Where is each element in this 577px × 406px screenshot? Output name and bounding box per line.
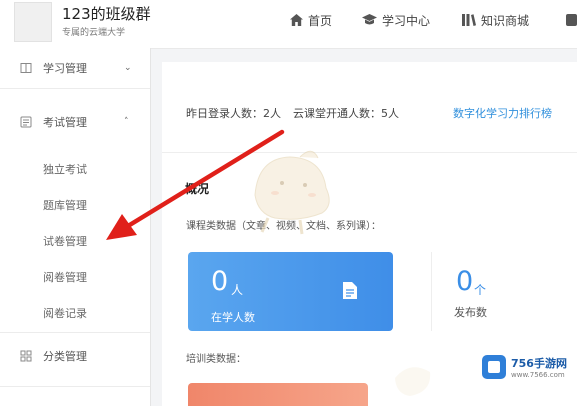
ranking-link[interactable]: 数字化学习力排行榜 — [453, 105, 552, 121]
grid-icon — [20, 350, 32, 362]
watermark-site: www.7566.com — [511, 371, 565, 379]
course-data-label: 课程类数据（文章、视频、文档、系列课）： — [186, 221, 381, 232]
sidebar-item-learning[interactable]: 学习管理 ⌄ — [0, 52, 150, 84]
learners-stat-card[interactable]: 0 人 在学人数 — [188, 252, 393, 331]
training-data-label: 培训类数据： — [186, 354, 246, 365]
published-value: 0 — [456, 266, 474, 297]
training-stat-card[interactable] — [188, 383, 368, 406]
chevron-up-icon: ˄ — [124, 117, 129, 127]
exam-icon — [20, 116, 32, 128]
login-stats: 昨日登录人数：2人 云课堂开通人数：5人 — [186, 105, 399, 121]
learners-unit: 人 — [231, 283, 244, 297]
published-unit: 个 — [474, 283, 487, 297]
watermark-logo-icon — [482, 355, 506, 379]
sidebar-divider — [0, 88, 150, 89]
sidebar-subitem-independent-exam[interactable]: 独立考试 — [43, 161, 87, 177]
document-icon — [343, 282, 357, 299]
nav-home-label: 首页 — [308, 13, 333, 28]
published-caption: 发布数 — [454, 306, 487, 319]
sidebar-subitem-grading[interactable]: 阅卷管理 — [43, 269, 87, 285]
user-menu-icon[interactable] — [566, 14, 577, 26]
nav-learning-center[interactable]: 学习中心 — [362, 11, 430, 29]
sidebar-subitem-paper-management[interactable]: 试卷管理 — [43, 233, 87, 249]
nav-knowledge-mall[interactable]: 知识商城 — [462, 11, 529, 29]
learners-caption: 在学人数 — [211, 311, 255, 324]
sidebar-subitem-question-bank[interactable]: 题库管理 — [43, 197, 87, 213]
sidebar-item-label: 分类管理 — [43, 350, 87, 363]
sidebar-item-exam[interactable]: 考试管理 ˄ — [0, 106, 150, 138]
yesterday-login-count: 昨日登录人数：2人 — [186, 107, 281, 120]
watermark-brand: 756手游网 — [511, 357, 567, 370]
class-subtitle: 专属的云端大学 — [62, 28, 126, 38]
sidebar-divider — [0, 386, 150, 387]
class-logo[interactable] — [14, 2, 52, 42]
sidebar-divider — [0, 332, 150, 333]
sidebar-subitem-grading-records[interactable]: 阅卷记录 — [43, 305, 87, 321]
learners-value: 0 — [211, 266, 229, 297]
library-icon — [462, 14, 476, 26]
nav-home[interactable]: 首页 — [290, 11, 332, 29]
class-title: 123的班级群 — [62, 5, 151, 23]
sidebar-item-category[interactable]: 分类管理 — [0, 340, 150, 372]
nav-learning-center-label: 学习中心 — [382, 13, 431, 28]
book-icon — [20, 63, 32, 73]
sidebar-item-label: 考试管理 — [43, 116, 87, 129]
graduation-cap-icon — [362, 14, 377, 25]
chevron-down-icon: ⌄ — [124, 63, 132, 73]
nav-knowledge-mall-label: 知识商城 — [481, 13, 530, 28]
overview-title: 概况 — [185, 182, 210, 196]
home-icon — [290, 14, 303, 26]
top-header: 123的班级群 专属的云端大学 首页 学习中心 知识商城 — [0, 0, 577, 49]
site-watermark: 756手游网 www.7566.com — [478, 350, 577, 384]
cloud-class-count: 云课堂开通人数：5人 — [293, 107, 399, 120]
sidebar: 学习管理 ⌄ 考试管理 ˄ 独立考试 题库管理 试卷管理 阅卷管理 阅卷记录 分… — [0, 48, 151, 406]
content-divider — [162, 152, 577, 153]
sidebar-item-label: 学习管理 — [43, 62, 87, 75]
published-stat-card[interactable]: 0 个 发布数 — [431, 252, 577, 331]
